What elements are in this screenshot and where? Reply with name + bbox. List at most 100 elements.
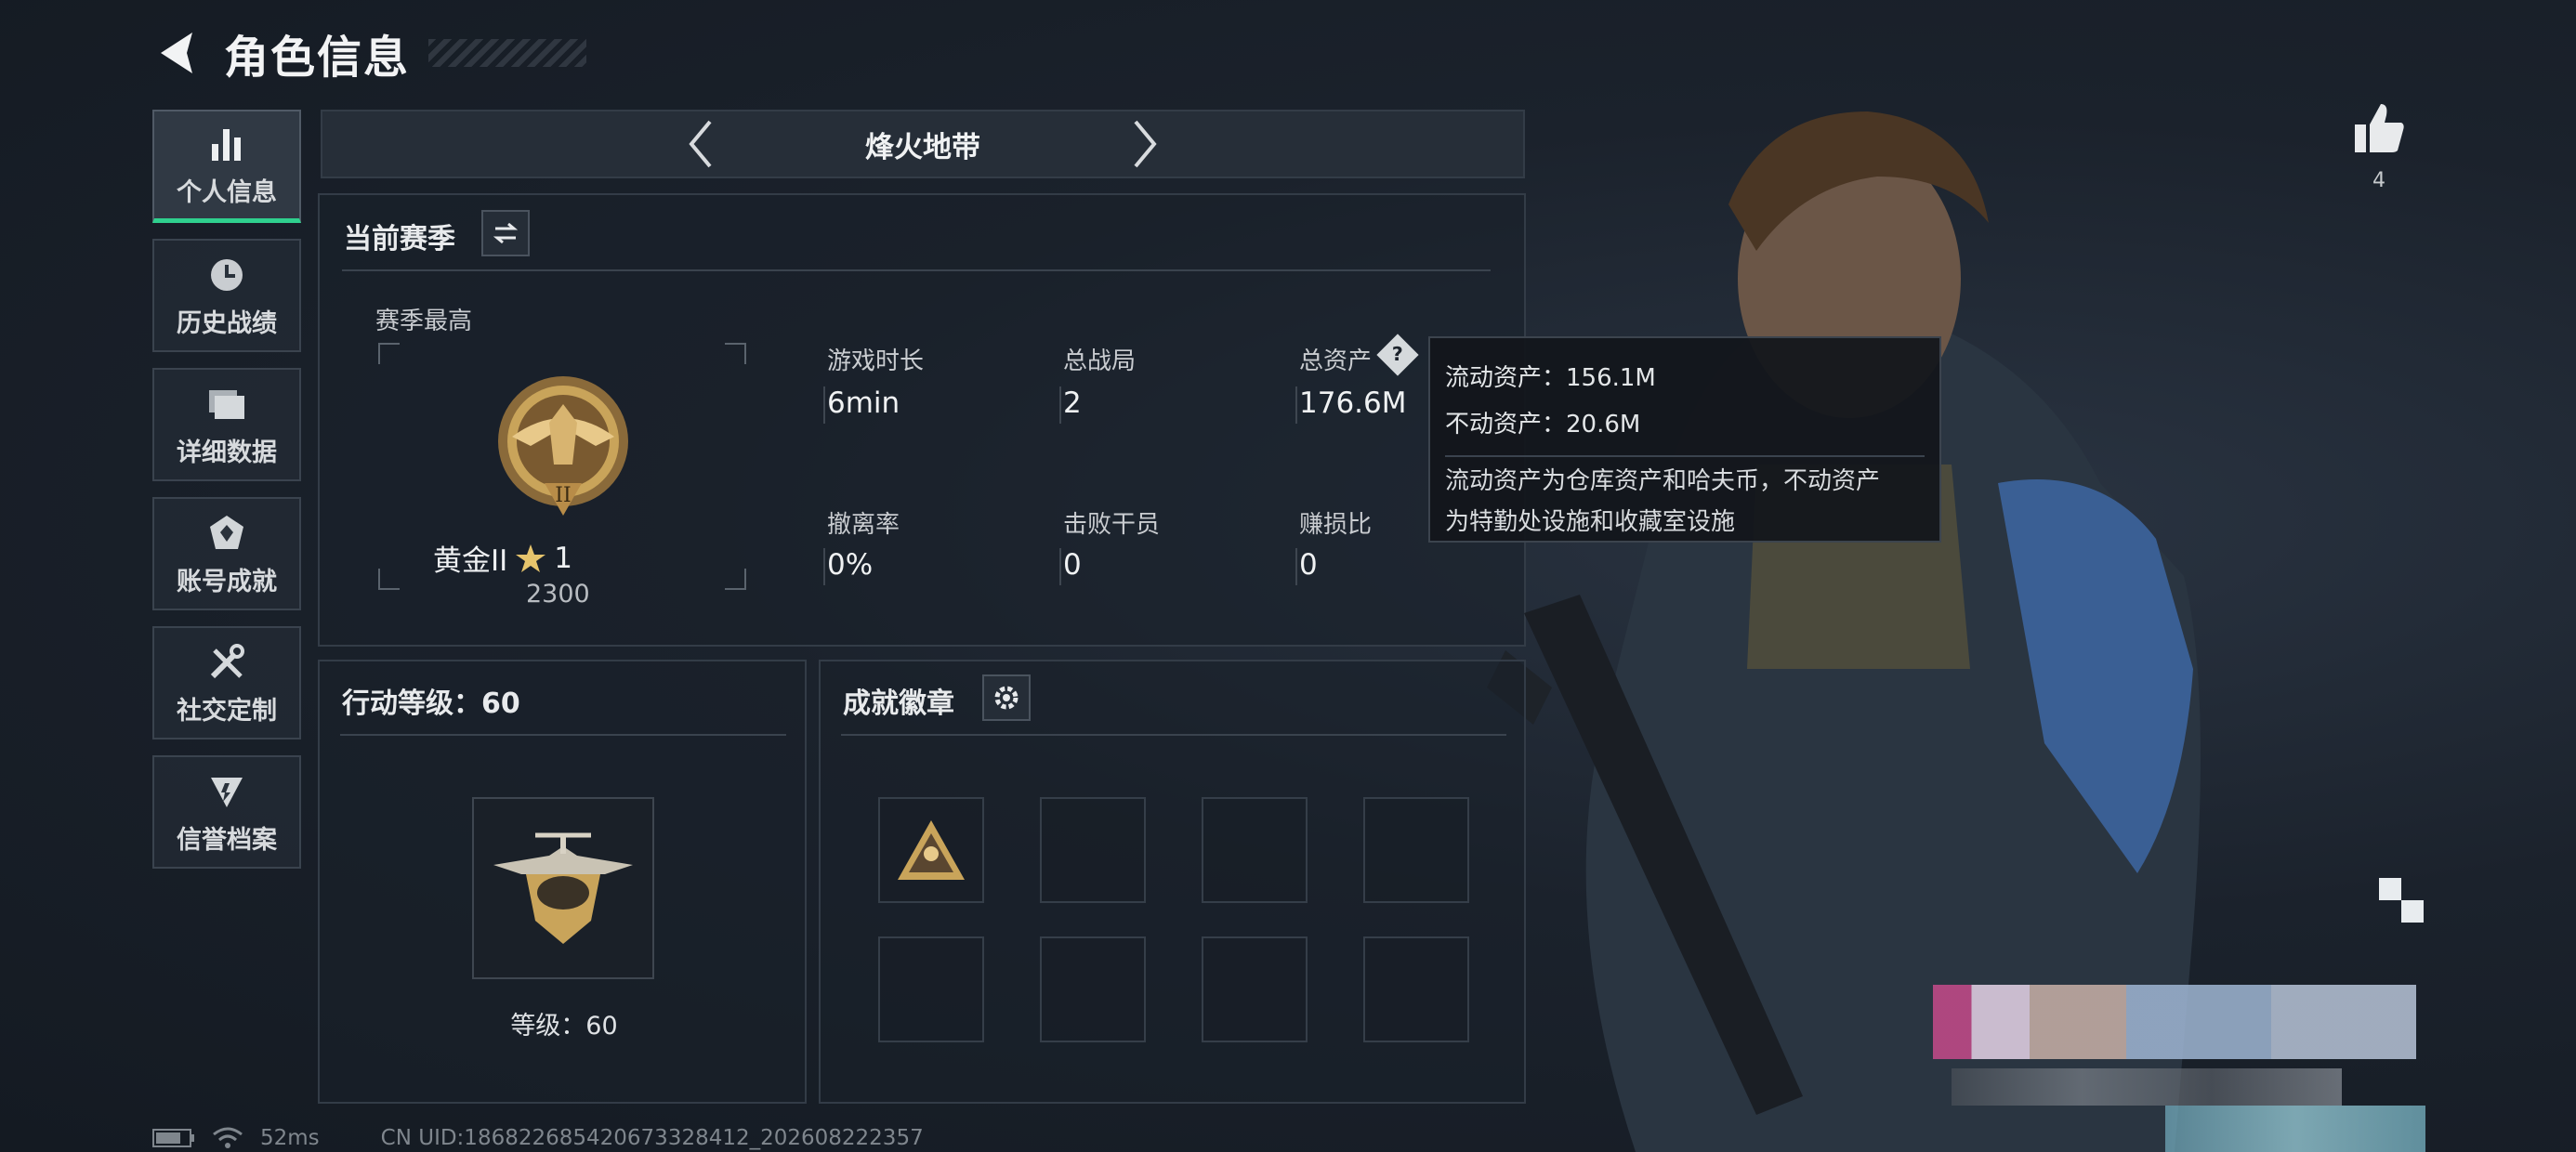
page-title: 角色信息 xyxy=(224,32,411,84)
tools-icon xyxy=(204,640,249,685)
sidebar-item-label: 社交定制 xyxy=(177,696,277,726)
stat-value-kills: 0 xyxy=(1063,548,1082,582)
history-clock-icon xyxy=(204,253,249,297)
stat-label-total-matches: 总战局 xyxy=(1063,347,1137,375)
sidebar-item-achievement[interactable]: 账号成就 xyxy=(152,497,301,610)
star-icon xyxy=(516,543,546,572)
badges-title: 成就徽章 xyxy=(843,687,954,720)
level-divider xyxy=(340,734,786,736)
action-level-panel: 行动等级：60 等级：60 xyxy=(318,660,807,1104)
stat-separator xyxy=(823,386,825,424)
rank-stars: 1 xyxy=(554,541,573,575)
swap-icon xyxy=(493,222,519,244)
stat-value-playtime: 6min xyxy=(827,386,900,420)
badge-slot-2[interactable] xyxy=(1040,797,1146,903)
achievement-badges-panel: 成就徽章 xyxy=(819,660,1526,1104)
mosaic-blur xyxy=(2401,900,2424,923)
stat-label-extract-rate: 撤离率 xyxy=(827,511,900,539)
mode-label: 烽火地带 xyxy=(865,130,980,164)
sidebar-item-social-custom[interactable]: 社交定制 xyxy=(152,626,301,740)
folder-icon xyxy=(204,382,249,426)
header: 角色信息 xyxy=(153,20,587,85)
sidebar-item-label: 信誉档案 xyxy=(177,825,277,855)
level-emblem-frame xyxy=(472,797,654,979)
rank-score: 2300 xyxy=(526,580,590,609)
action-level-title: 行动等级：60 xyxy=(342,687,520,720)
badge-slot-7[interactable] xyxy=(1202,936,1308,1042)
sidebar-item-label: 账号成就 xyxy=(177,567,277,596)
chevron-left-icon xyxy=(689,120,712,168)
level-caption: 等级：60 xyxy=(510,1012,618,1041)
back-button[interactable] xyxy=(153,27,198,79)
tooltip-desc-line1: 流动资产为仓库资产和哈夫币，不动资产 xyxy=(1445,467,1881,495)
mosaic-blur xyxy=(1952,1068,2342,1106)
tooltip-fixed-assets: 不动资产：20.6M xyxy=(1445,411,1641,439)
stat-label-kills: 击败干员 xyxy=(1063,511,1161,539)
sidebar-item-label: 详细数据 xyxy=(177,438,277,467)
assets-tooltip: 流动资产：156.1M 不动资产：20.6M 流动资产为仓库资产和哈夫币，不动资… xyxy=(1428,336,1941,543)
back-arrow-icon xyxy=(161,33,192,73)
gold-rank-emblem-icon: II xyxy=(498,376,628,516)
badge-slot-6[interactable] xyxy=(1040,936,1146,1042)
rank-name: 黄金II xyxy=(433,544,508,578)
season-best-label: 赛季最高 xyxy=(375,308,473,335)
sidebar-item-personal-info[interactable]: 个人信息 xyxy=(152,110,301,223)
stat-value-total-matches: 2 xyxy=(1063,386,1082,420)
stat-value-extract-rate: 0% xyxy=(827,548,874,582)
wifi-icon xyxy=(213,1127,243,1148)
battery-icon xyxy=(152,1129,194,1147)
stat-value-total-assets: 176.6M xyxy=(1299,386,1407,420)
uid-text: CN UID:186822685420673328412_20260822235… xyxy=(380,1126,924,1150)
achievement-icon xyxy=(204,511,249,556)
bar-chart-icon xyxy=(204,122,249,166)
question-mark-icon: ? xyxy=(1391,344,1404,366)
stat-label-profit-ratio: 赚损比 xyxy=(1299,511,1373,539)
survivor-badge-icon xyxy=(898,820,965,880)
stat-value-profit-ratio: 0 xyxy=(1299,548,1318,582)
mosaic-blur xyxy=(2379,878,2401,900)
badges-settings-button[interactable] xyxy=(982,674,1031,721)
svg-text:II: II xyxy=(555,484,571,507)
stat-separator xyxy=(1059,386,1061,424)
credit-shield-icon xyxy=(204,769,249,814)
ping-value: 52ms xyxy=(260,1126,320,1150)
sidebar-item-history[interactable]: 历史战绩 xyxy=(152,239,301,352)
like-count: 4 xyxy=(2372,169,2385,192)
mosaic-blur xyxy=(2165,1106,2425,1152)
helicopter-emblem-icon xyxy=(493,832,633,944)
assets-help-button[interactable]: ? xyxy=(1376,334,1419,376)
badge-slot-1[interactable] xyxy=(878,797,984,903)
stat-separator xyxy=(1295,548,1297,585)
stat-separator xyxy=(1059,548,1061,585)
sidebar-item-label: 个人信息 xyxy=(177,178,277,207)
badge-slot-4[interactable] xyxy=(1363,797,1469,903)
season-switch-button[interactable] xyxy=(481,210,530,256)
season-panel: 当前赛季 赛季最高 II 黄金II 1 2300 游戏时长 6min 总战局 2… xyxy=(318,193,1526,647)
stat-label-playtime: 游戏时长 xyxy=(827,347,925,375)
tooltip-divider xyxy=(1445,455,1925,457)
badge-slot-8[interactable] xyxy=(1363,936,1469,1042)
tooltip-desc-line2: 为特勤处设施和收藏室设施 xyxy=(1445,508,1736,536)
rank-name-row: 黄金II 1 xyxy=(433,537,572,579)
sidebar-item-detail-data[interactable]: 详细数据 xyxy=(152,368,301,481)
badge-slot-5[interactable] xyxy=(878,936,984,1042)
stat-separator xyxy=(823,548,825,585)
title-decoration xyxy=(428,39,587,67)
gear-icon xyxy=(994,686,1019,710)
season-title: 当前赛季 xyxy=(344,223,455,255)
tooltip-liquid-assets: 流动资产：156.1M xyxy=(1445,364,1656,392)
badges-divider xyxy=(841,734,1506,736)
status-bar: 52ms CN UID:186822685420673328412_202608… xyxy=(152,1126,924,1150)
mode-selector: 烽火地带 xyxy=(321,110,1525,178)
sidebar-item-label: 历史战绩 xyxy=(177,308,277,338)
chevron-right-icon xyxy=(1134,120,1157,168)
stat-label-total-assets: 总资产 xyxy=(1299,347,1373,375)
prev-mode-button[interactable] xyxy=(672,116,728,172)
badge-slot-3[interactable] xyxy=(1202,797,1308,903)
stat-separator xyxy=(1295,386,1297,424)
like-button[interactable]: 4 xyxy=(2342,100,2416,192)
sidebar-item-credit-profile[interactable]: 信誉档案 xyxy=(152,755,301,869)
mosaic-blur xyxy=(1933,985,2416,1059)
sidebar: 个人信息 历史战绩 详细数据 账号成就 社交定制 信誉档案 xyxy=(152,110,301,884)
next-mode-button[interactable] xyxy=(1118,116,1174,172)
